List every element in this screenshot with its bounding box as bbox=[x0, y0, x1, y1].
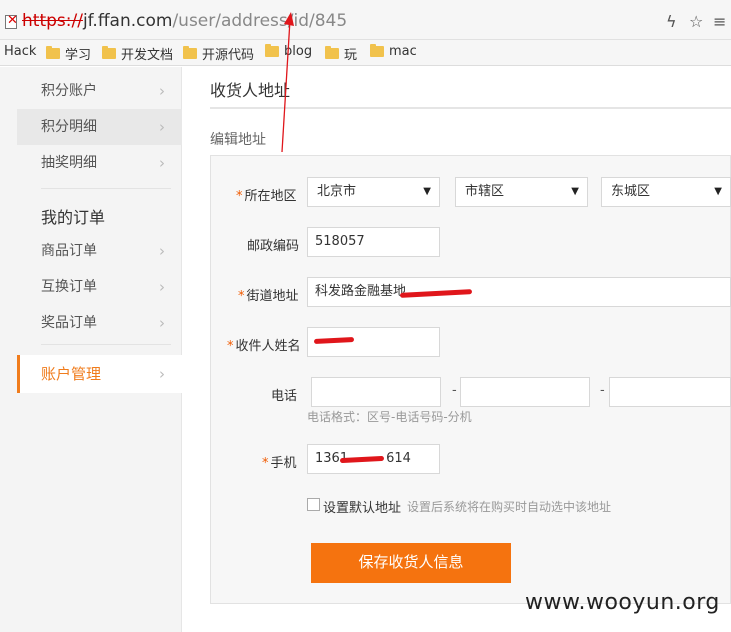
recipient-name-label-text: 收件人姓名 bbox=[235, 339, 301, 354]
zip-input[interactable]: 518057 bbox=[307, 227, 440, 257]
url-text[interactable]: https://jf.ffan.com/user/address/id/845 bbox=[22, 11, 347, 31]
sidebar-heading-orders: 我的订单 bbox=[41, 208, 106, 227]
district-value: 东城区 bbox=[611, 184, 651, 199]
phone-dash: - bbox=[452, 383, 457, 398]
mobile-label: * 手机 bbox=[262, 452, 297, 471]
chevron-right-icon: › bbox=[159, 82, 165, 100]
url-path: /user/address/id/845 bbox=[172, 11, 348, 31]
sidebar-item-points-account[interactable]: 积分账户 › bbox=[17, 73, 182, 109]
region-label-text: 所在地区 bbox=[244, 189, 297, 204]
bookmark-folder-docs[interactable]: 开发文档 bbox=[102, 44, 173, 63]
sidebar-item-label: 奖品订单 bbox=[41, 315, 97, 331]
sidebar-item-account-management[interactable]: 账户管理 › bbox=[17, 355, 182, 393]
zip-label: 邮政编码 bbox=[247, 239, 300, 254]
sidebar-item-lottery-detail[interactable]: 抽奖明细 › bbox=[17, 145, 182, 181]
sidebar-item-exchange-orders[interactable]: 互换订单 › bbox=[17, 269, 182, 305]
sidebar-item-prize-orders[interactable]: 奖品订单 › bbox=[17, 305, 182, 341]
required-mark: * bbox=[238, 289, 245, 304]
watermark: www.wooyun.org bbox=[525, 590, 720, 615]
bookmark-label: Hack bbox=[4, 44, 37, 59]
required-mark: * bbox=[227, 339, 234, 354]
phone-format-hint: 电话格式：区号-电话号码-分机 bbox=[307, 410, 472, 424]
phone-dash: - bbox=[600, 383, 605, 398]
required-mark: * bbox=[262, 456, 269, 471]
sidebar: 积分账户 › 积分明细 › 抽奖明细 › 我的订单 商品订单 › 互换订单 › 奖品订单 ›… bbox=[0, 67, 182, 632]
folder-icon bbox=[102, 46, 116, 59]
chevron-right-icon: › bbox=[159, 314, 165, 332]
chevron-right-icon: › bbox=[159, 118, 165, 136]
page-title: 收货人地址 bbox=[210, 81, 291, 100]
bookmarks-bar: Hack 学习 开发文档 开源代码 blog 玩 mac bbox=[0, 40, 731, 66]
dropdown-arrow-icon: ▼ bbox=[714, 186, 722, 197]
chevron-right-icon: › bbox=[159, 365, 165, 383]
save-recipient-button[interactable]: 保存收货人信息 bbox=[311, 543, 511, 583]
sidebar-item-label: 商品订单 bbox=[41, 243, 97, 259]
chevron-right-icon: › bbox=[159, 242, 165, 260]
address-bar[interactable]: ✕ https://jf.ffan.com/user/address/id/84… bbox=[0, 0, 731, 40]
menu-icon[interactable]: ≡ bbox=[713, 12, 726, 31]
bookmark-folder-opensource[interactable]: 开源代码 bbox=[183, 44, 254, 63]
street-label: * 街道地址 bbox=[238, 285, 299, 304]
bookmark-folder-study[interactable]: 学习 bbox=[46, 44, 91, 63]
sidebar-item-product-orders[interactable]: 商品订单 › bbox=[17, 233, 182, 269]
star-icon[interactable]: ☆ bbox=[689, 12, 703, 31]
url-host: jf.ffan.com bbox=[82, 11, 173, 31]
sidebar-divider bbox=[41, 188, 171, 189]
folder-icon bbox=[183, 46, 197, 59]
folder-icon bbox=[325, 46, 339, 59]
insecure-icon: ✕ bbox=[7, 13, 18, 28]
sidebar-item-label: 账户管理 bbox=[41, 365, 102, 383]
dropdown-arrow-icon: ▼ bbox=[571, 186, 579, 197]
title-divider bbox=[210, 107, 731, 109]
folder-icon bbox=[370, 44, 384, 57]
phone-label: 电话 bbox=[271, 389, 298, 404]
lightning-icon[interactable]: ϟ bbox=[666, 12, 677, 31]
bookmark-label: 开发文档 bbox=[121, 48, 174, 63]
region-label: * 所在地区 bbox=[236, 185, 297, 204]
bookmark-label: 开源代码 bbox=[202, 48, 255, 63]
default-address-hint: 设置后系统将在购买时自动选中该地址 bbox=[407, 500, 612, 514]
chevron-right-icon: › bbox=[159, 278, 165, 296]
recipient-name-label: * 收件人姓名 bbox=[227, 335, 301, 354]
bookmark-folder-play[interactable]: 玩 bbox=[325, 44, 357, 63]
bookmark-hack[interactable]: Hack bbox=[4, 44, 36, 59]
province-value: 北京市 bbox=[317, 184, 357, 199]
dropdown-arrow-icon: ▼ bbox=[423, 186, 431, 197]
phone-number-input[interactable] bbox=[460, 377, 590, 407]
street-label-text: 街道地址 bbox=[246, 289, 299, 304]
chevron-right-icon: › bbox=[159, 154, 165, 172]
url-scheme: https:// bbox=[22, 11, 83, 31]
required-mark: * bbox=[236, 189, 243, 204]
city-value: 市辖区 bbox=[465, 184, 505, 199]
city-select[interactable]: 市辖区 ▼ bbox=[455, 177, 588, 207]
sidebar-item-label: 抽奖明细 bbox=[41, 155, 97, 171]
folder-icon bbox=[265, 44, 279, 57]
page-subtitle: 编辑地址 bbox=[210, 132, 266, 148]
sidebar-divider bbox=[41, 344, 171, 345]
bookmark-label: 学习 bbox=[65, 48, 92, 63]
province-select[interactable]: 北京市 ▼ bbox=[307, 177, 440, 207]
bookmark-folder-blog[interactable]: blog bbox=[265, 44, 312, 59]
sidebar-item-points-detail[interactable]: 积分明细 › bbox=[17, 109, 182, 145]
phone-area-input[interactable] bbox=[311, 377, 441, 407]
bookmark-label: mac bbox=[389, 44, 417, 59]
sidebar-item-label: 互换订单 bbox=[41, 279, 97, 295]
sidebar-item-label: 积分账户 bbox=[41, 83, 97, 99]
district-select[interactable]: 东城区 ▼ bbox=[601, 177, 731, 207]
mobile-label-text: 手机 bbox=[270, 456, 297, 471]
default-address-checkbox[interactable] bbox=[307, 498, 320, 511]
bookmark-label: blog bbox=[284, 44, 313, 59]
default-address-label[interactable]: 设置默认地址 bbox=[323, 497, 401, 516]
street-input[interactable]: 科发路金融基地 bbox=[307, 277, 731, 307]
sidebar-item-label: 积分明细 bbox=[41, 119, 97, 135]
folder-icon bbox=[46, 46, 60, 59]
mobile-value-end: 614 bbox=[386, 451, 411, 466]
bookmark-folder-mac[interactable]: mac bbox=[370, 44, 417, 59]
bookmark-label: 玩 bbox=[344, 48, 358, 63]
phone-extension-input[interactable] bbox=[609, 377, 731, 407]
